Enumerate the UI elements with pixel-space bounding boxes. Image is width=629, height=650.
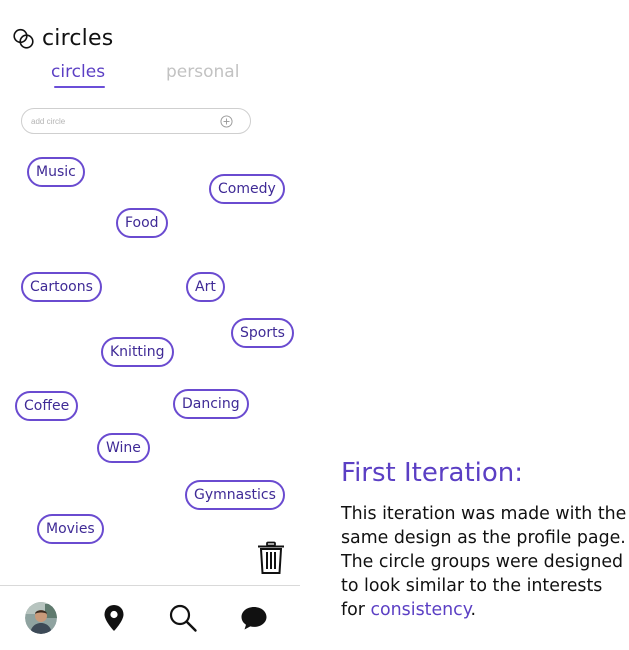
tab-personal[interactable]: personal (166, 62, 239, 82)
circle-chip-label: Wine (106, 440, 141, 456)
nav-location[interactable] (97, 601, 131, 635)
circle-chip-label: Music (36, 164, 76, 180)
bottom-nav-divider (0, 585, 300, 586)
circle-chip-movies[interactable]: Movies (37, 514, 104, 544)
nav-messages[interactable] (237, 601, 271, 635)
app-header: circles (12, 26, 113, 51)
tab-circles-label: circles (51, 62, 106, 82)
circle-chip-sports[interactable]: Sports (231, 318, 294, 348)
avatar (25, 602, 57, 634)
circle-chip-label: Coffee (24, 398, 70, 414)
tab-personal-label: personal (166, 62, 240, 82)
circle-chip-comedy[interactable]: Comedy (209, 174, 285, 204)
circle-chip-knitting[interactable]: Knitting (101, 337, 174, 367)
circle-chip-art[interactable]: Art (186, 272, 225, 302)
phone-screen: circles circles personal Music Comedy Fo… (0, 0, 300, 650)
circle-chip-label: Gymnastics (194, 487, 276, 503)
tab-circles[interactable]: circles (51, 62, 106, 88)
add-circle-plus-icon[interactable] (220, 115, 233, 128)
circle-chip-label: Movies (46, 521, 95, 537)
circle-chip-label: Art (195, 279, 216, 295)
circle-chip-label: Sports (240, 325, 285, 341)
description-text-end: . (470, 600, 477, 620)
description-body: This iteration was made with the same de… (341, 502, 629, 622)
iteration-description: First Iteration: This iteration was made… (341, 456, 629, 622)
add-circle-field (21, 108, 251, 134)
circle-chip-food[interactable]: Food (116, 208, 168, 238)
circles-logo-icon (13, 28, 34, 49)
circle-chip-label: Food (125, 215, 159, 231)
circle-chip-dancing[interactable]: Dancing (173, 389, 249, 419)
circle-chip-wine[interactable]: Wine (97, 433, 150, 463)
circle-chip-label: Knitting (110, 344, 165, 360)
nav-profile[interactable] (24, 601, 58, 635)
search-icon (169, 604, 197, 632)
circle-chip-music[interactable]: Music (27, 157, 85, 187)
circle-chip-label: Dancing (182, 396, 240, 412)
chat-bubble-icon (241, 607, 267, 630)
circle-chip-label: Comedy (218, 181, 276, 197)
description-highlight: consistency (370, 600, 471, 620)
map-pin-icon (104, 605, 124, 631)
active-tab-underline (54, 86, 106, 88)
description-heading: First Iteration: (341, 458, 524, 488)
add-circle-input[interactable] (31, 113, 211, 129)
trash-icon[interactable] (257, 541, 285, 575)
app-title: circles (42, 26, 114, 51)
tab-bar: circles personal (0, 62, 300, 92)
circle-chip-cartoons[interactable]: Cartoons (21, 272, 102, 302)
circle-chip-gymnastics[interactable]: Gymnastics (185, 480, 285, 510)
nav-search[interactable] (166, 601, 200, 635)
circle-chip-coffee[interactable]: Coffee (15, 391, 79, 421)
circle-chip-label: Cartoons (30, 279, 93, 295)
